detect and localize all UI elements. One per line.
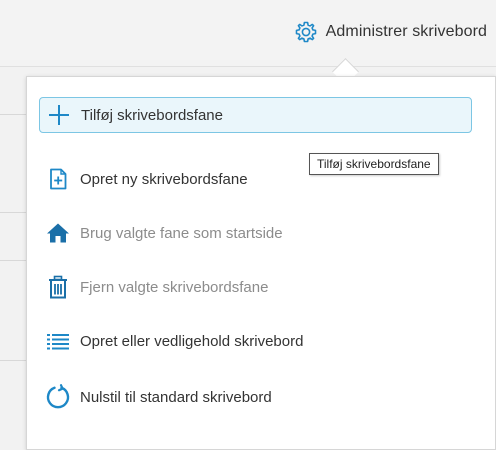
background-divider — [0, 360, 28, 361]
home-icon — [45, 220, 71, 246]
background-divider — [0, 114, 28, 115]
trash-icon — [45, 274, 71, 300]
desktop-menu-popup: Tilføj skrivebordsfane Opret ny skrivebo… — [26, 76, 496, 450]
menu-item-label: Brug valgte fane som startside — [80, 224, 283, 242]
menu-item-label: Tilføj skrivebordsfane — [81, 106, 223, 124]
add-page-icon — [45, 166, 71, 192]
administer-desktop-label: Administrer skrivebord — [325, 23, 487, 40]
menu-item-set-start-page[interactable]: Brug valgte fane som startside — [39, 215, 472, 251]
background-divider — [0, 260, 28, 261]
menu-item-add-desktop-tab[interactable]: Tilføj skrivebordsfane — [39, 97, 472, 133]
menu-item-label: Nulstil til standard skrivebord — [80, 388, 272, 406]
menu-item-label: Opret eller vedligehold skrivebord — [80, 332, 304, 350]
menu-item-label: Opret ny skrivebordsfane — [80, 170, 248, 188]
tooltip: Tilføj skrivebordsfane — [309, 153, 439, 175]
gear-icon — [294, 20, 318, 44]
menu-item-manage-desktop[interactable]: Opret eller vedligehold skrivebord — [39, 323, 472, 359]
background-divider — [0, 212, 28, 213]
list-icon — [45, 328, 71, 354]
menu-item-label: Fjern valgte skrivebordsfane — [80, 278, 269, 296]
reset-icon — [45, 384, 71, 410]
administer-desktop-button[interactable]: Administrer skrivebord — [294, 18, 487, 46]
plus-icon — [46, 102, 72, 128]
menu-item-remove-desktop-tab[interactable]: Fjern valgte skrivebordsfane — [39, 269, 472, 305]
top-bar: Administrer skrivebord — [0, 0, 496, 67]
menu-item-reset-desktop[interactable]: Nulstil til standard skrivebord — [39, 379, 472, 415]
